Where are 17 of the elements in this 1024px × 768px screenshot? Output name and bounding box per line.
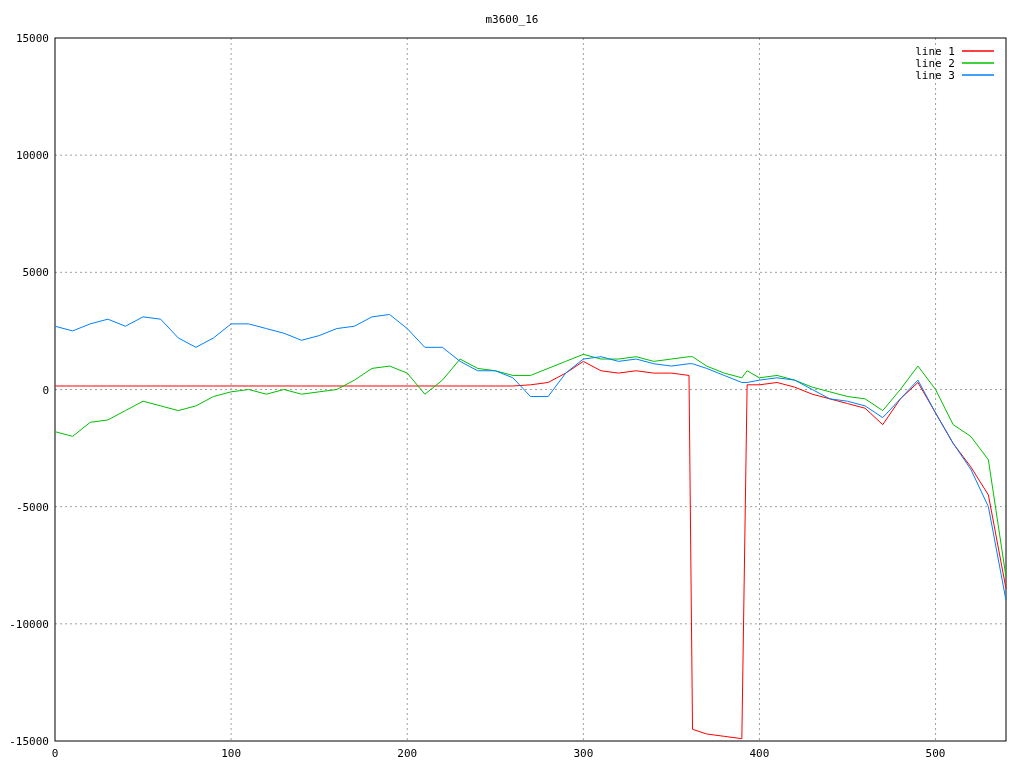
- legend-label: line 3: [915, 69, 955, 82]
- legend-label: line 1: [915, 45, 955, 58]
- y-tick-label: 15000: [15, 32, 49, 45]
- y-tick-label: -10000: [9, 617, 49, 631]
- x-tick-label: 100: [221, 747, 242, 760]
- legend-label: line 2: [915, 57, 955, 70]
- y-tick-label: 10000: [15, 149, 49, 163]
- y-tick-label: -15000: [9, 735, 49, 748]
- x-tick-label: 300: [573, 747, 594, 760]
- chart-title: m3600_16: [485, 13, 539, 26]
- y-tick-label: 5000: [22, 266, 49, 280]
- x-tick-label: 0: [51, 747, 59, 760]
- x-tick-label: 400: [749, 747, 770, 760]
- y-tick-label: 0: [42, 383, 49, 397]
- y-tick-label: -5000: [15, 500, 49, 514]
- x-tick-label: 500: [925, 747, 946, 760]
- x-tick-label: 200: [397, 747, 418, 760]
